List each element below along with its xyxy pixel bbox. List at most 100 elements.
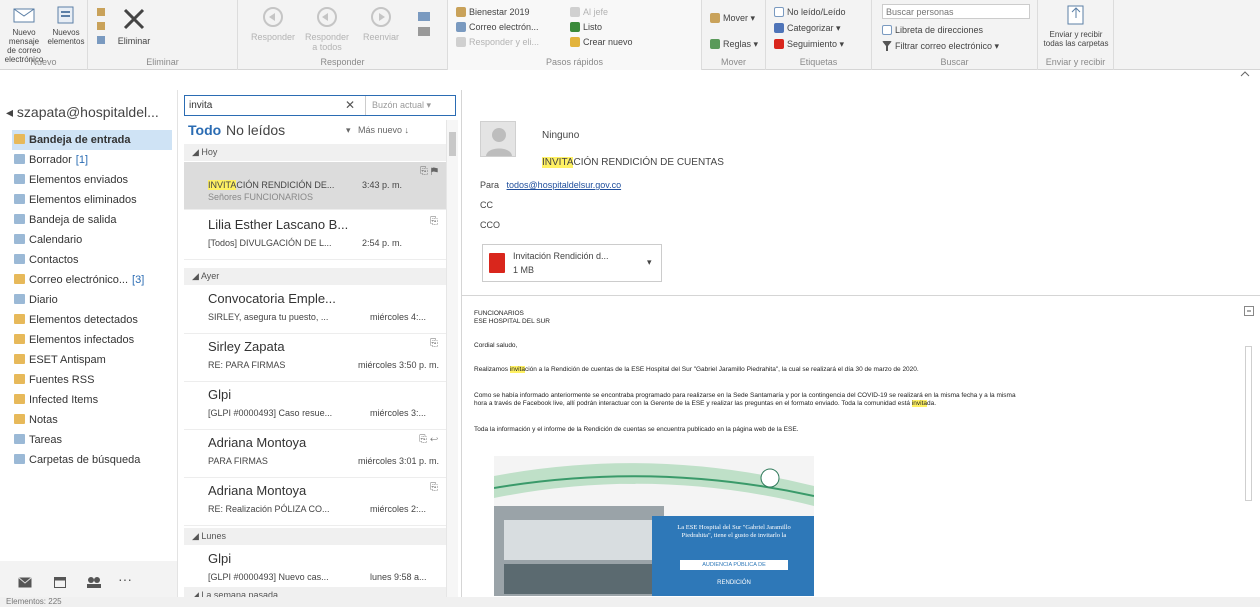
search-scope-dropdown[interactable]: Buzón actual ▾ bbox=[365, 96, 455, 115]
send-receive-all-button[interactable]: Enviar y recibir todas las carpetas bbox=[1042, 4, 1110, 48]
move-button[interactable]: Mover ▾ bbox=[710, 12, 755, 25]
folder-icon bbox=[14, 194, 25, 204]
delete-button[interactable]: Eliminar bbox=[112, 6, 156, 46]
folder-item[interactable]: Notas bbox=[14, 410, 174, 430]
to-line: Para todos@hospitaldelsur.gov.co bbox=[480, 180, 622, 190]
folder-icon bbox=[14, 174, 25, 184]
forward-button[interactable]: Reenviar bbox=[356, 6, 406, 42]
folder-label: Elementos detectados bbox=[29, 314, 138, 326]
folder-item[interactable]: Fuentes RSS bbox=[14, 370, 174, 390]
folder-item[interactable]: Tareas bbox=[14, 430, 174, 450]
folder-item[interactable]: ESET Antispam bbox=[14, 350, 174, 370]
list-item[interactable]: INVITACIÓN RENDICIÓN DE... 3:43 p. m. Se… bbox=[184, 162, 446, 210]
ribbon-group-new: Nuevo mensaje de correo electrónico Nuev… bbox=[0, 0, 88, 70]
delete-x-icon bbox=[123, 8, 145, 30]
unread-read-button[interactable]: No leído/Leído bbox=[774, 6, 846, 19]
filter-email-button[interactable]: Filtrar correo electrónico ▾ bbox=[882, 40, 999, 53]
folder-label: Tareas bbox=[29, 434, 63, 446]
search-input[interactable] bbox=[189, 98, 339, 113]
quick-step-1[interactable]: Bienestar 2019 bbox=[456, 6, 530, 19]
mail-from: Convocatoria Emple... bbox=[208, 291, 336, 306]
more-apps-icon[interactable]: ··· bbox=[118, 571, 132, 587]
attachment-name: Invitación Rendición d... bbox=[513, 251, 609, 261]
folder-item[interactable]: Elementos eliminados bbox=[14, 190, 174, 210]
mail-time: 2:54 p. m. bbox=[362, 238, 403, 248]
mail-time: miércoles 3:... bbox=[370, 408, 427, 418]
folder-item[interactable]: Elementos infectados bbox=[14, 330, 174, 350]
address-book-button[interactable]: Libreta de direcciones bbox=[882, 24, 983, 37]
reading-scrollbar[interactable] bbox=[1242, 304, 1256, 594]
scrollbar-thumb[interactable] bbox=[449, 132, 456, 156]
quick-step-5[interactable]: Responder y eli... bbox=[456, 36, 539, 49]
collapse-ribbon-icon[interactable] bbox=[1240, 70, 1250, 78]
attachment-icon: ⎘ bbox=[430, 216, 438, 227]
quick-step-4[interactable]: Listo bbox=[570, 21, 602, 34]
folder-item[interactable]: Contactos bbox=[14, 250, 174, 270]
folder-item[interactable]: Correo electrónico... [3] bbox=[14, 270, 174, 290]
attachment-chip[interactable]: Invitación Rendición d... 1 MB ▾ bbox=[482, 244, 662, 282]
list-item[interactable]: Convocatoria Emple... SIRLEY, asegura tu… bbox=[184, 286, 446, 334]
folder-item[interactable]: Elementos enviados bbox=[14, 170, 174, 190]
list-scrollbar[interactable] bbox=[446, 120, 458, 607]
mail-icon[interactable] bbox=[18, 577, 32, 588]
folder-count: [3] bbox=[132, 274, 145, 286]
folder-item[interactable]: Borrador [1] bbox=[14, 150, 174, 170]
search-people-input[interactable] bbox=[882, 4, 1030, 19]
message-subject: INVITACIÓN RENDICIÓN DE CUENTAS bbox=[542, 157, 724, 168]
flag-icon bbox=[774, 39, 784, 49]
folder-item[interactable]: Carpetas de búsqueda bbox=[14, 450, 174, 470]
recipient-link[interactable]: todos@hospitaldelsur.gov.co bbox=[507, 180, 622, 190]
folder-label: Infected Items bbox=[29, 394, 99, 406]
check-icon bbox=[570, 22, 580, 32]
folder-icon bbox=[14, 334, 25, 344]
scroll-up-icon[interactable] bbox=[1244, 306, 1254, 316]
rules-button[interactable]: Reglas ▾ bbox=[710, 38, 758, 51]
quick-step-2[interactable]: Al jefe bbox=[570, 6, 608, 19]
group-label-tags: Etiquetas bbox=[799, 57, 838, 67]
group-header-yesterday[interactable]: ◢ Ayer bbox=[184, 268, 446, 285]
tab-unread[interactable]: No leídos bbox=[226, 122, 285, 138]
folder-item[interactable]: Diario bbox=[14, 290, 174, 310]
mail-subject: [GLPI #0000493] Caso resue... bbox=[208, 408, 333, 418]
ribbon-group-find: Libreta de direcciones Filtrar correo el… bbox=[872, 0, 1038, 70]
quick-step-6[interactable]: Crear nuevo bbox=[570, 36, 633, 49]
status-bar: Elementos: 225 bbox=[0, 597, 1260, 607]
folder-icon bbox=[14, 354, 25, 364]
reply-button[interactable]: Responder bbox=[248, 6, 298, 42]
folder-item[interactable]: Calendario bbox=[14, 230, 174, 250]
folder-icon bbox=[14, 294, 25, 304]
follow-up-button[interactable]: Seguimiento ▾ bbox=[774, 38, 844, 51]
folder-label: Bandeja de entrada bbox=[29, 134, 131, 146]
quick-step-3[interactable]: Correo electrón... bbox=[456, 21, 539, 34]
list-item[interactable]: Glpi [GLPI #0000493] Caso resue... miérc… bbox=[184, 382, 446, 430]
list-item[interactable]: Adriana Montoya PARA FIRMAS miércoles 3:… bbox=[184, 430, 446, 478]
folder-icon bbox=[14, 454, 25, 464]
account-header[interactable]: ◂ szapata@hospitaldel... bbox=[6, 104, 159, 121]
group-header-monday[interactable]: ◢ Lunes bbox=[184, 528, 446, 545]
group-label-quick-steps: Pasos rápidos bbox=[545, 57, 604, 67]
new-email-button[interactable]: Nuevo mensaje de correo electrónico bbox=[4, 6, 44, 64]
calendar-icon[interactable] bbox=[54, 576, 66, 588]
list-item[interactable]: Lilia Esther Lascano B... [Todos] DIVULG… bbox=[184, 212, 446, 260]
reply-all-button[interactable]: Responder a todos bbox=[302, 6, 352, 52]
list-item[interactable]: Sirley Zapata RE: PARA FIRMAS miércoles … bbox=[184, 334, 446, 382]
group-label-new: Nuevo bbox=[30, 57, 57, 67]
people-icon[interactable] bbox=[86, 576, 102, 588]
more-respond-button[interactable] bbox=[412, 10, 438, 44]
folder-item[interactable]: Bandeja de entrada bbox=[12, 130, 172, 150]
folder-item[interactable]: Infected Items bbox=[14, 390, 174, 410]
folder-item[interactable]: Bandeja de salida bbox=[14, 210, 174, 230]
new-items-button[interactable]: Nuevos elementos bbox=[46, 6, 86, 46]
folder-item[interactable]: Elementos detectados bbox=[14, 310, 174, 330]
tab-all[interactable]: Todo bbox=[188, 122, 221, 138]
ignore-button[interactable] bbox=[92, 6, 112, 50]
list-item[interactable]: Adriana Montoya RE: Realización PÓLIZA C… bbox=[184, 478, 446, 526]
ribbon-group-respond: Responder Responder a todos Reenviar Res… bbox=[238, 0, 448, 70]
clear-search-icon[interactable]: ✕ bbox=[345, 98, 355, 112]
reading-scroll-thumb[interactable] bbox=[1245, 346, 1252, 501]
search-box[interactable]: ✕ Buzón actual ▾ bbox=[184, 95, 456, 116]
categorize-button[interactable]: Categorizar ▾ bbox=[774, 22, 841, 35]
sort-dropdown[interactable]: ▾ Más nuevo ↓ bbox=[346, 125, 409, 136]
group-header-today[interactable]: ◢ Hoy bbox=[184, 144, 446, 161]
attachment-dropdown-icon[interactable]: ▾ bbox=[647, 257, 652, 268]
